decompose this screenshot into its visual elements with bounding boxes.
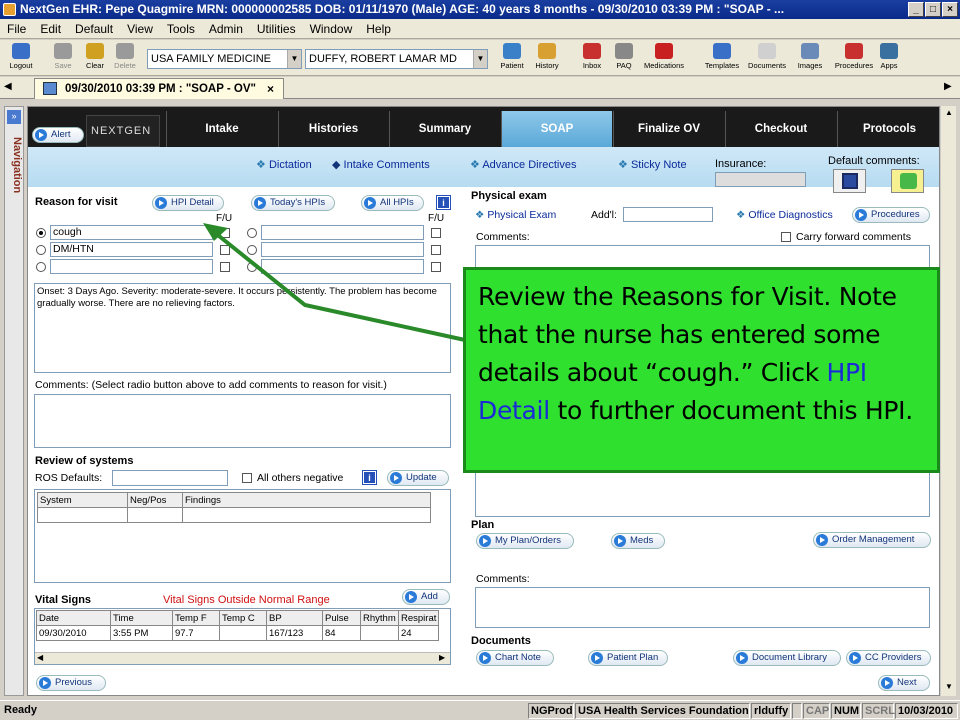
tutorial-callout: Review the Reasons for Visit. Note that … bbox=[463, 267, 940, 473]
status-num: NUM bbox=[831, 703, 861, 719]
status-date: 10/03/2010 bbox=[895, 703, 958, 719]
status-cap: CAP bbox=[803, 703, 830, 719]
status-org: USA Health Services Foundation bbox=[575, 703, 750, 719]
status-blank bbox=[792, 703, 802, 719]
status-user: rlduffy bbox=[751, 703, 791, 719]
callout-text-end: to further document this HPI. bbox=[549, 396, 914, 425]
arrow-line bbox=[212, 230, 466, 342]
status-db: NGProd bbox=[528, 703, 574, 719]
status-scrl: SCRL bbox=[862, 703, 895, 719]
status-bar: Ready NGProd USA Health Services Foundat… bbox=[0, 700, 960, 720]
status-ready: Ready bbox=[4, 704, 38, 716]
